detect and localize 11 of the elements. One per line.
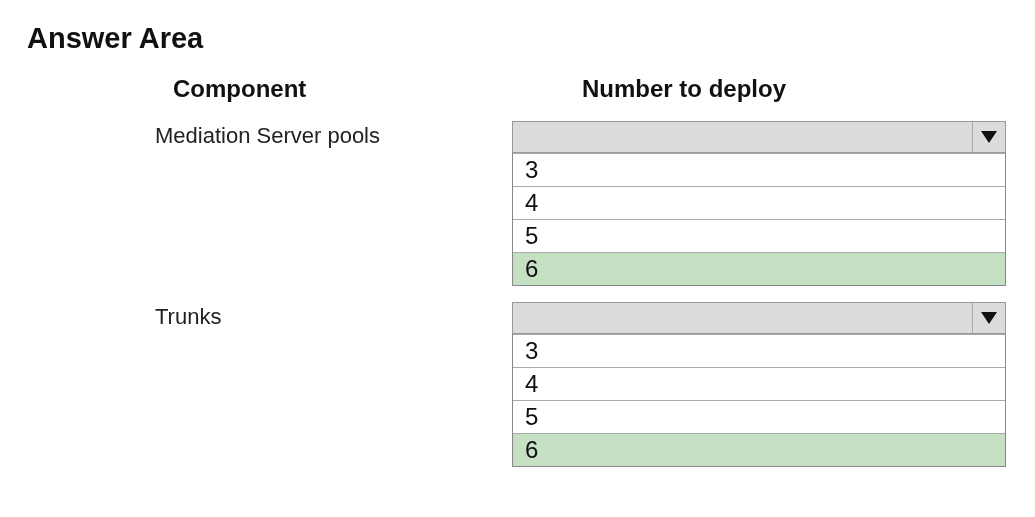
dropdown-arrow-icon[interactable]	[980, 311, 998, 325]
dropdown-field[interactable]	[512, 121, 1006, 153]
dropdown-option[interactable]: 6	[513, 433, 1005, 466]
answer-area-title: Answer Area	[27, 22, 205, 55]
dropdown-field[interactable]	[512, 302, 1006, 334]
component-label: Trunks	[155, 303, 223, 330]
component-label: Mediation Server pools	[155, 122, 381, 149]
dropdown-option[interactable]: 6	[513, 252, 1005, 285]
column-header: Number to deploy	[582, 75, 787, 103]
dropdown-arrow-icon[interactable]	[980, 130, 998, 144]
column-header: Component	[173, 75, 308, 103]
